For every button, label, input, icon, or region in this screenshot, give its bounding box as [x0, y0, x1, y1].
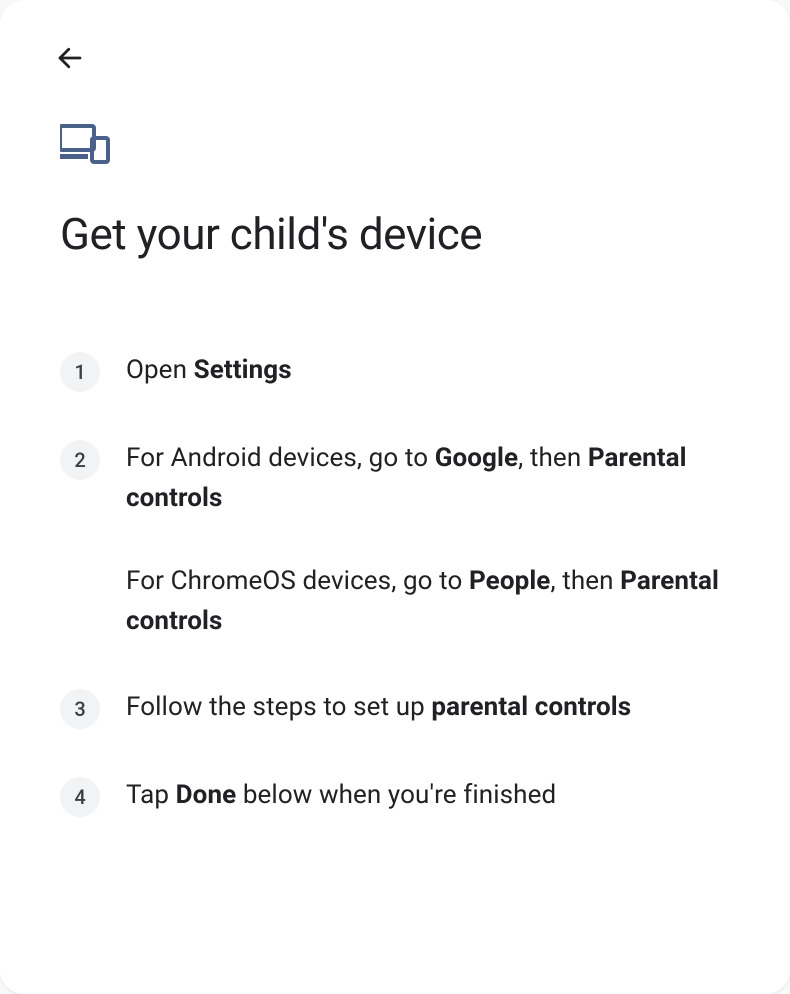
text-bold: parental controls — [431, 692, 631, 722]
devices-icon — [60, 124, 730, 168]
step-3: 3 Follow the steps to set up parental co… — [60, 687, 730, 729]
text-bold: People — [469, 566, 550, 596]
back-button[interactable] — [50, 38, 90, 78]
text: Tap — [126, 780, 176, 810]
step-text-bold: Settings — [194, 355, 292, 385]
step-number: 3 — [60, 689, 100, 729]
text: , then — [518, 443, 588, 473]
step-text: Tap Done below when you're finished — [126, 775, 556, 815]
step-text-pre: Open — [126, 355, 194, 385]
step-number: 1 — [60, 352, 100, 392]
step-text: For Android devices, go to Google, then … — [126, 438, 730, 641]
step-number: 2 — [60, 440, 100, 480]
step-4: 4 Tap Done below when you're finished — [60, 775, 730, 817]
step-2-android: For Android devices, go to Google, then … — [126, 438, 730, 519]
page-title: Get your child's device — [60, 208, 730, 260]
back-arrow-icon — [55, 43, 85, 73]
step-text: Follow the steps to set up parental cont… — [126, 687, 631, 727]
step-2: 2 For Android devices, go to Google, the… — [60, 438, 730, 641]
text-bold: Done — [176, 780, 237, 810]
steps-list: 1 Open Settings 2 For Android devices, g… — [60, 350, 730, 817]
text: For Android devices, go to — [126, 443, 435, 473]
step-2-chromeos: For ChromeOS devices, go to People, then… — [126, 561, 730, 642]
text: For ChromeOS devices, go to — [126, 566, 469, 596]
step-text: Open Settings — [126, 350, 292, 390]
step-1: 1 Open Settings — [60, 350, 730, 392]
text: , then — [550, 566, 620, 596]
setup-card: Get your child's device 1 Open Settings … — [0, 0, 790, 994]
text: below when you're finished — [236, 780, 556, 810]
step-number: 4 — [60, 777, 100, 817]
text: Follow the steps to set up — [126, 692, 431, 722]
text-bold: Google — [435, 443, 518, 473]
